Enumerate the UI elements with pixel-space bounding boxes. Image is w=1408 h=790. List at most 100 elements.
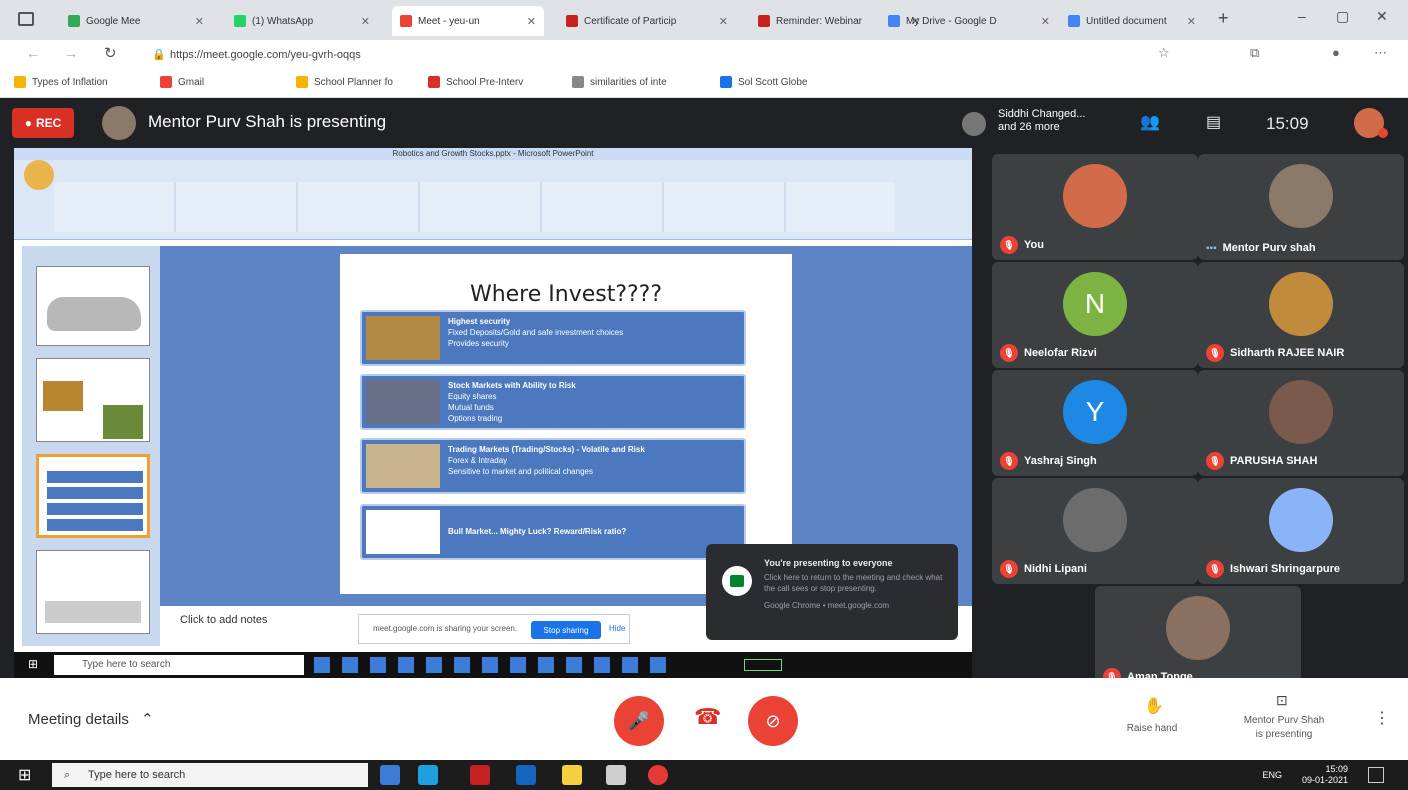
profile-icon[interactable]: ●	[1332, 45, 1340, 60]
back-icon[interactable]: ←	[26, 45, 40, 61]
meet-logo-icon	[722, 566, 752, 596]
tab-label: Certificate of Particip	[584, 15, 677, 27]
more-options-icon[interactable]: ⋮	[1374, 708, 1390, 728]
row-line: Options trading	[448, 414, 503, 423]
close-tab-icon[interactable]: ✕	[713, 15, 728, 28]
close-tab-icon[interactable]: ✕	[1181, 15, 1196, 28]
row-line: Equity shares	[448, 392, 497, 401]
more-menu-icon[interactable]: ⋯	[1374, 45, 1387, 61]
slide-row: Trading Markets (Trading/Stocks) - Volat…	[360, 438, 746, 494]
others-avatar	[962, 112, 986, 136]
tab-favicon-icon	[68, 15, 80, 27]
row-line: Mutual funds	[448, 403, 494, 412]
tab-favicon-icon	[758, 15, 770, 27]
bookmark-icon	[160, 76, 172, 88]
raise-hand-button[interactable]: ✋ Raise hand	[1120, 692, 1184, 744]
bookmark-item[interactable]: School Pre-Interv	[428, 76, 523, 88]
present-screen-icon: ⊡	[1276, 692, 1288, 708]
meeting-clock: 15:09	[1266, 114, 1309, 133]
bookmark-item[interactable]: Gmail	[160, 76, 204, 88]
browser-menu-icon[interactable]	[18, 12, 34, 26]
close-tab-icon[interactable]: ✕	[355, 15, 370, 28]
others-summary[interactable]: Siddhi Changed... and 26 more	[998, 108, 1085, 134]
camera-toggle-button[interactable]: ⊘	[748, 696, 798, 746]
browser-tab[interactable]: My Drive - Google D ✕	[880, 6, 1058, 36]
leave-call-button[interactable]: ☎	[694, 704, 721, 730]
bookmark-item[interactable]: Types of Inflation	[14, 76, 108, 88]
browser-tab[interactable]: Untitled document ✕	[1060, 6, 1204, 36]
participant-tile[interactable]: 🎙 Sidharth RAJEE NAIR	[1198, 262, 1404, 368]
participant-grid: 🎙 You ▪▪▪ Mentor Purv shah N 🎙 Neelofar Rizvi 🎙…	[986, 148, 1406, 692]
stop-sharing-button[interactable]: Stop sharing	[531, 621, 601, 639]
participant-tile[interactable]: Y 🎙 Yashraj Singh	[992, 370, 1198, 476]
participant-tile[interactable]: 🎙 You	[992, 154, 1198, 260]
participant-name: Sidharth RAJEE NAIR	[1230, 347, 1345, 359]
close-window-button[interactable]: ✕	[1376, 8, 1388, 25]
forward-icon[interactable]: →	[64, 45, 78, 61]
slide-row: Highest security Fixed Deposits/Gold and …	[360, 310, 746, 366]
chat-icon[interactable]: ▤	[1206, 112, 1221, 132]
row-heading: Trading Markets (Trading/Stocks) - Volat…	[448, 445, 645, 454]
tab-favicon-icon	[888, 15, 900, 27]
people-icon[interactable]: 👥	[1140, 112, 1160, 132]
browser-tab[interactable]: Meet - yeu-un ✕	[392, 6, 544, 36]
sticky-notes-icon[interactable]	[562, 765, 582, 785]
tab-label: Untitled document	[1086, 15, 1167, 27]
app-icon[interactable]	[470, 765, 490, 785]
system-tray[interactable]: ENG 15:09 09-01-2021	[1262, 764, 1348, 786]
collections-icon[interactable]: ⧉	[1250, 45, 1259, 61]
new-tab-button[interactable]: +	[1218, 8, 1229, 29]
participant-tile[interactable]: 🎙 PARUSHA SHAH	[1198, 370, 1404, 476]
minimize-button[interactable]: –	[1298, 8, 1306, 24]
presenter-avatar	[102, 106, 136, 140]
participant-tile[interactable]: 🎙 Aman Tonge	[1095, 586, 1301, 692]
hide-link[interactable]: Hide	[609, 624, 625, 633]
participant-name: Yashraj Singh	[1024, 455, 1097, 467]
ppt-title-bar: Robotics and Growth Stocks.pptx - Micros…	[14, 148, 972, 160]
participant-name: Mentor Purv shah	[1222, 242, 1316, 254]
reload-icon[interactable]: ↻	[104, 44, 117, 62]
participant-tile[interactable]: 🎙 Nidhi Lipani	[992, 478, 1198, 584]
app-icon[interactable]	[606, 765, 626, 785]
bookmark-item[interactable]: School Planner fo	[296, 76, 393, 88]
taskbar-search-box[interactable]: ⌕ Type here to search	[52, 763, 368, 787]
presenting-popup[interactable]: You're presenting to everyone Click here…	[706, 544, 958, 640]
tray-time: 15:09	[1325, 764, 1348, 774]
browser-tab[interactable]: Certificate of Particip ✕	[558, 6, 736, 36]
row-line: Sensitive to market and political change…	[448, 467, 593, 476]
bookmark-item[interactable]: Sol Scott Globe	[720, 76, 807, 88]
participant-tile[interactable]: N 🎙 Neelofar Rizvi	[992, 262, 1198, 368]
meeting-details-button[interactable]: Meeting details ⌃	[28, 710, 154, 728]
tray-lang: ENG	[1262, 770, 1282, 780]
app-icon[interactable]	[516, 765, 536, 785]
screen-share-bar: meet.google.com is sharing your screen. …	[358, 614, 630, 644]
mic-toggle-button[interactable]: 🎤	[614, 696, 664, 746]
star-icon[interactable]: ☆	[1158, 45, 1170, 61]
bookmark-item[interactable]: similarities of inte	[572, 76, 667, 88]
slide-title: Where Invest????	[469, 282, 663, 307]
shared-search-box: Type here to search	[54, 655, 304, 675]
bookmark-icon	[572, 76, 584, 88]
browser-tab[interactable]: Google Mee ✕	[60, 6, 212, 36]
row-line: Provides security	[448, 339, 509, 348]
windows-start-icon[interactable]: ⊞	[18, 765, 31, 785]
tab-favicon-icon	[566, 15, 578, 27]
close-tab-icon[interactable]: ✕	[1035, 15, 1050, 28]
close-tab-icon[interactable]: ✕	[521, 15, 536, 28]
notification-center-icon[interactable]	[1368, 767, 1384, 783]
edge-legacy-icon[interactable]	[380, 765, 400, 785]
maximize-button[interactable]: ▢	[1336, 8, 1349, 25]
presenting-title: Mentor Purv Shah is presenting	[148, 112, 387, 131]
browser-tab[interactable]: (1) WhatsApp ✕	[226, 6, 378, 36]
close-tab-icon[interactable]: ✕	[189, 15, 204, 28]
shared-taskbar: ⊞ Type here to search	[14, 652, 972, 678]
office-button-icon	[24, 160, 54, 190]
browser-tab-bar: Google Mee ✕ (1) WhatsApp ✕ Meet - yeu-un ✕ Ce…	[0, 0, 1408, 40]
presenting-status-button[interactable]: ⊡ Mentor Purv Shah is presenting	[1224, 690, 1344, 750]
url-field[interactable]: 🔒 https://meet.google.com/yeu-gvrh-oqqs	[150, 45, 1100, 65]
edge-icon[interactable]	[418, 765, 438, 785]
mic-off-icon: 🎙	[1206, 560, 1224, 578]
participant-tile[interactable]: 🎙 Ishwari Shringarpure	[1198, 478, 1404, 584]
participant-tile[interactable]: ▪▪▪ Mentor Purv shah	[1198, 154, 1404, 260]
opera-icon[interactable]	[648, 765, 668, 785]
